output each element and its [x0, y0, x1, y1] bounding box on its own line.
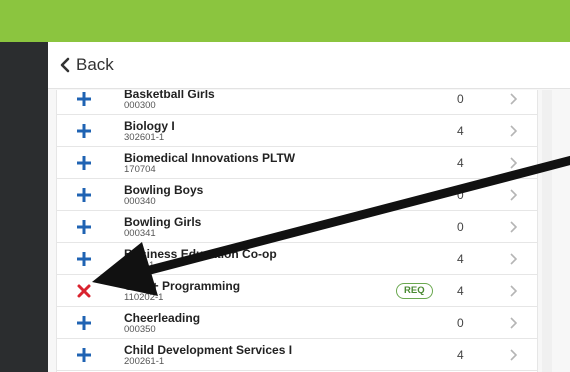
back-bar: Back — [48, 42, 570, 89]
course-name: C/C++ Programming — [124, 279, 241, 293]
course-row[interactable]: Biology I 302601-1 4 — [57, 115, 537, 147]
required-badge: REQ — [396, 283, 433, 299]
plus-icon — [77, 252, 91, 266]
back-label: Back — [76, 55, 114, 74]
course-code: 110202-1 — [124, 292, 164, 303]
course-code: 302601-1 — [124, 132, 165, 143]
main-content: Back Basketball Girls 000300 0 Biology I 302… — [48, 42, 570, 372]
plus-icon — [77, 188, 91, 202]
add-course-button[interactable] — [75, 250, 93, 268]
course-name: Cheerleading — [124, 311, 201, 325]
chevron-right-icon[interactable] — [509, 93, 517, 105]
chevron-right-icon[interactable] — [509, 285, 517, 297]
course-row[interactable]: Bowling Boys 000340 0 — [57, 179, 537, 211]
plus-icon — [77, 348, 91, 362]
course-credits: 4 — [457, 156, 464, 170]
course-row[interactable]: Biomedical Innovations PLTW 170704 4 — [57, 147, 537, 179]
course-name: Child Development Services I — [124, 343, 293, 357]
course-name: Biomedical Innovations PLTW — [124, 151, 296, 165]
plus-icon — [77, 92, 91, 106]
course-code: 000341 — [124, 228, 156, 239]
add-course-button[interactable] — [75, 346, 93, 364]
chevron-right-icon[interactable] — [509, 157, 517, 169]
chevron-right-icon[interactable] — [509, 317, 517, 329]
course-credits: 0 — [457, 316, 464, 330]
sidebar — [0, 42, 48, 372]
course-name: Bowling Boys — [124, 183, 204, 197]
course-credits: 0 — [457, 220, 464, 234]
course-credits: 4 — [457, 284, 464, 298]
scrollbar[interactable] — [542, 90, 552, 372]
course-code: 070111 — [124, 260, 155, 271]
chevron-left-icon — [60, 57, 70, 73]
top-bar — [0, 0, 570, 42]
course-code: 170704 — [124, 164, 156, 175]
chevron-right-icon[interactable] — [509, 189, 517, 201]
remove-course-button[interactable] — [75, 282, 93, 300]
course-code: 000350 — [124, 324, 156, 335]
course-name: Business Education Co-op — [124, 247, 277, 261]
course-name: Bowling Girls — [124, 215, 202, 229]
course-row[interactable]: Business Education Co-op 070111 4 — [57, 243, 537, 275]
course-code: 000340 — [124, 196, 156, 207]
course-credits: 4 — [457, 252, 464, 266]
course-code: 200261-1 — [124, 356, 165, 367]
chevron-right-icon[interactable] — [509, 253, 517, 265]
course-row[interactable]: Bowling Girls 000341 0 — [57, 211, 537, 243]
chevron-right-icon[interactable] — [509, 221, 517, 233]
chevron-right-icon[interactable] — [509, 349, 517, 361]
back-button[interactable]: Back — [60, 55, 114, 75]
add-course-button[interactable] — [75, 122, 93, 140]
add-course-button[interactable] — [75, 90, 93, 108]
add-course-button[interactable] — [75, 186, 93, 204]
remove-x-icon — [77, 284, 91, 298]
add-course-button[interactable] — [75, 218, 93, 236]
course-row[interactable]: C/C++ Programming 110202-1 REQ 4 — [57, 275, 537, 307]
course-name: Biology I — [124, 119, 175, 133]
plus-icon — [77, 156, 91, 170]
course-credits: 0 — [457, 92, 464, 106]
plus-icon — [77, 220, 91, 234]
course-credits: 0 — [457, 188, 464, 202]
chevron-right-icon[interactable] — [509, 125, 517, 137]
course-list: Basketball Girls 000300 0 Biology I 302601-1… — [57, 90, 537, 371]
course-code: 000300 — [124, 100, 156, 111]
course-row[interactable]: Child Development Services I 200261-1 4 — [57, 339, 537, 371]
course-list-panel: Basketball Girls 000300 0 Biology I 302601-1… — [56, 90, 538, 372]
course-row[interactable]: Cheerleading 000350 0 — [57, 307, 537, 339]
add-course-button[interactable] — [75, 154, 93, 172]
add-course-button[interactable] — [75, 314, 93, 332]
course-credits: 4 — [457, 348, 464, 362]
plus-icon — [77, 124, 91, 138]
course-credits: 4 — [457, 124, 464, 138]
course-row[interactable]: Basketball Girls 000300 0 — [57, 90, 537, 115]
plus-icon — [77, 316, 91, 330]
